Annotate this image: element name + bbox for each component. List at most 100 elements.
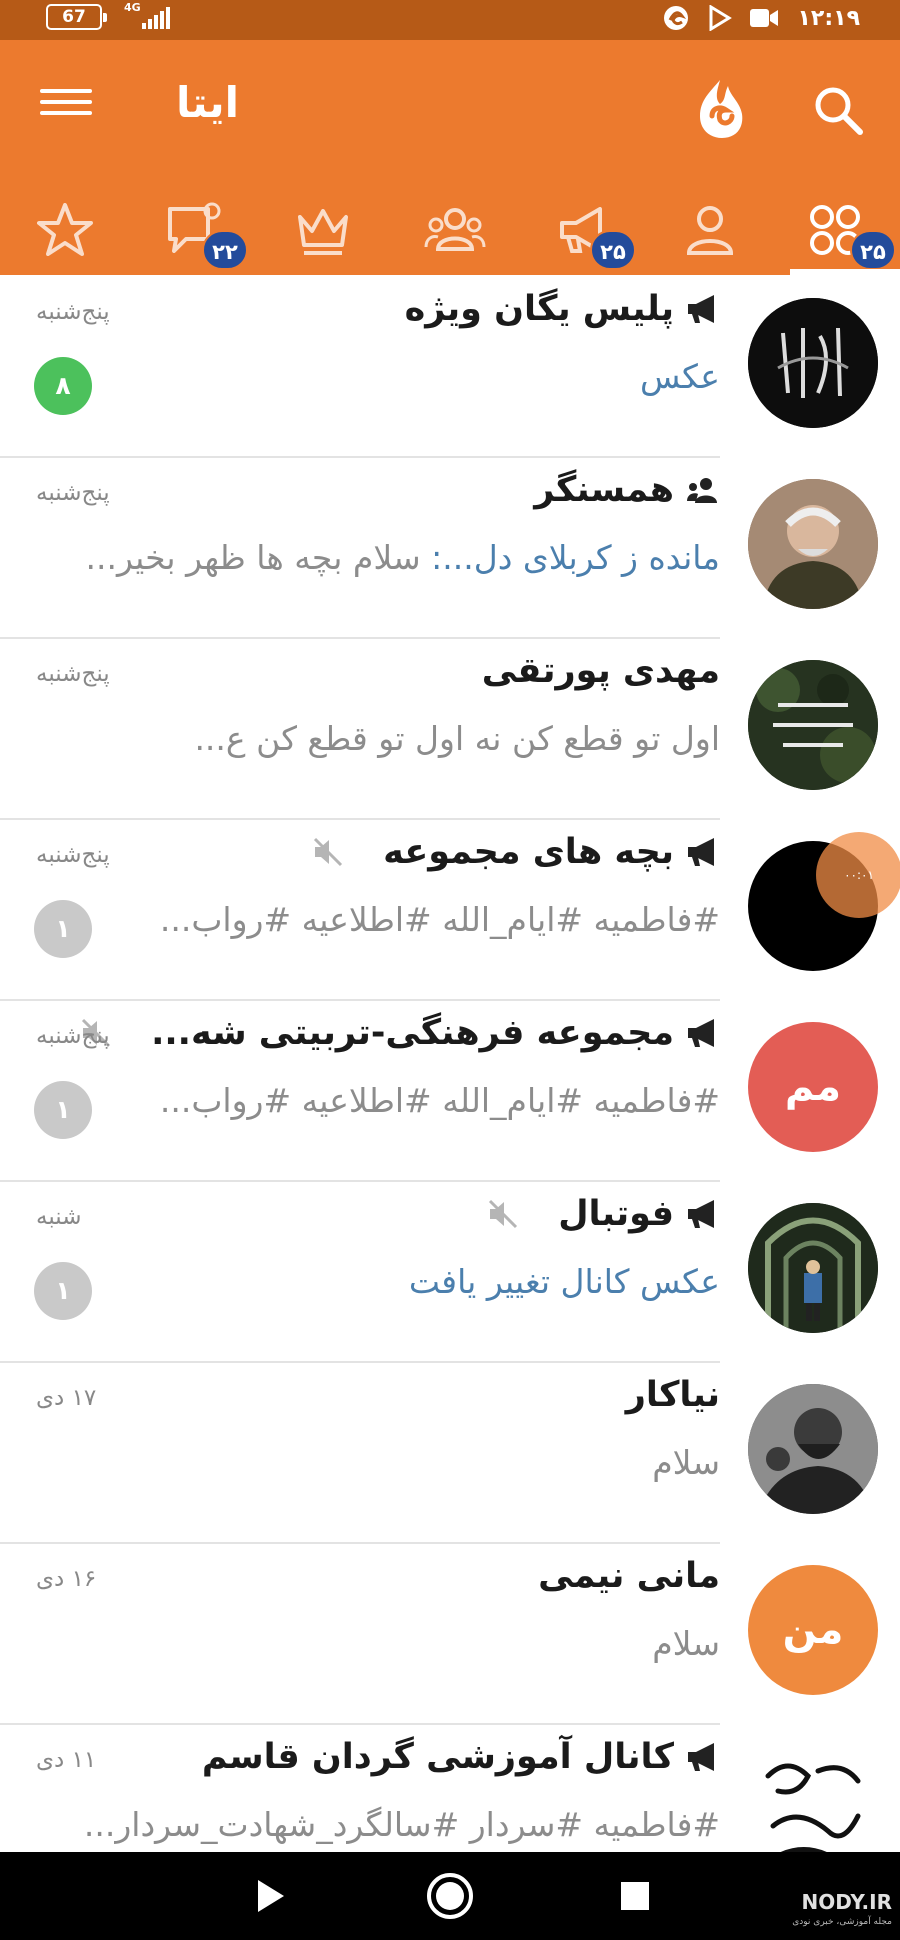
watermark: NODY.IR مجله آموزشی، خبری نودی [792, 1892, 892, 1932]
tab-favorites[interactable] [10, 190, 120, 270]
channel-icon [686, 835, 720, 869]
clock: ۱۲:۱۹ [797, 5, 860, 31]
chat-preview: سلام [652, 1443, 720, 1482]
tab-bots[interactable] [268, 190, 378, 270]
chat-preview: سلام [652, 1624, 720, 1663]
unread-badge: ۱ [34, 1081, 92, 1139]
network-indicator: 4G [124, 1, 174, 31]
chat-name: فوتبال [558, 1194, 674, 1234]
chat-preview: عکس [640, 357, 720, 396]
floating-call-bubble[interactable]: ۰۰:۰۱ [816, 832, 900, 918]
chat-title: همسنگر [534, 470, 720, 510]
muted-icon [311, 835, 345, 869]
person-icon [686, 206, 734, 255]
avatar [748, 1746, 878, 1852]
system-nav-bar [0, 1852, 900, 1940]
chat-name: همسنگر [534, 470, 674, 510]
unread-badge: ۱ [34, 900, 92, 958]
home-icon[interactable] [405, 1852, 495, 1940]
channel-icon [686, 1197, 720, 1231]
chat-row[interactable]: من مانی نیمی سلام ۱۶ دی [0, 1544, 900, 1725]
avatar: مم [748, 1022, 878, 1152]
avatar [748, 479, 878, 609]
chat-preview: عکس کانال تغییر یافت [408, 1262, 720, 1301]
tab-badge: ۲۵ [590, 230, 636, 270]
watermark-subtitle: مجله آموزشی، خبری نودی [792, 1917, 892, 1927]
avatar [748, 660, 878, 790]
chat-row[interactable]: همسنگر مانده ز کربلای دل...: سلام بچه ها… [0, 458, 900, 639]
chat-list: پلیس یگان ویژه عکس پنج‌شنبه ۸ همسنگر مان… [0, 277, 900, 1852]
chat-title: نیاکار [626, 1375, 720, 1415]
chat-name: مجموعه فرهنگی-تربیتی شه... [151, 1013, 674, 1053]
avatar [748, 1384, 878, 1514]
chat-time: پنج‌شنبه [36, 842, 110, 868]
battery-indicator: 67 [46, 4, 107, 30]
chat-row[interactable]: کانال آموزشی گردان قاسم #فاطمیه #سردار #… [0, 1725, 900, 1852]
chat-row[interactable]: مم مجموعه فرهنگی-تربیتی شه... #فاطمیه #ا… [0, 1001, 900, 1182]
chat-time: ۱۱ دی [36, 1747, 97, 1773]
chat-row[interactable]: نیاکار سلام ۱۷ دی [0, 1363, 900, 1544]
signal-bars-icon [142, 7, 172, 29]
muted-icon [486, 1197, 520, 1231]
chat-preview: #فاطمیه #ایام_الله #اطلاعیه #رواب... [159, 1081, 720, 1120]
chat-row[interactable]: مهدی پورتقی اول تو قطع کن نه اول تو قطع … [0, 639, 900, 820]
back-icon[interactable] [225, 1852, 315, 1940]
watermark-title: NODY.IR [801, 1890, 893, 1914]
chat-name: بچه های مجموعه [383, 832, 674, 872]
chat-name: مانی نیمی [538, 1556, 720, 1596]
video-record-icon [749, 3, 779, 33]
chat-preview: #فاطمیه #ایام_الله #اطلاعیه #رواب... [159, 900, 720, 939]
chat-time: پنج‌شنبه [36, 1023, 110, 1049]
chat-title: مجموعه فرهنگی-تربیتی شه... [79, 1013, 720, 1053]
hamburger-menu-icon[interactable] [40, 82, 92, 126]
chat-title: پلیس یگان ویژه [405, 289, 720, 329]
chat-preview: اول تو قطع کن نه اول تو قطع کن ع... [194, 719, 720, 758]
chat-preview: مانده ز کربلای دل...: سلام بچه ها ظهر بخ… [86, 538, 721, 577]
chat-title: مانی نیمی [538, 1556, 720, 1596]
chat-row[interactable]: پلیس یگان ویژه عکس پنج‌شنبه ۸ [0, 277, 900, 458]
tab-groups[interactable] [400, 190, 510, 270]
chat-name: مهدی پورتقی [481, 651, 720, 691]
tab-unread[interactable]: ۲۲ [140, 190, 250, 270]
tab-all-chats[interactable]: ۲۵ [780, 190, 900, 275]
group-icon [686, 473, 720, 507]
app-header: ایتا ۲۵ ۲۵ ۲۲ [0, 40, 900, 275]
search-icon[interactable] [808, 80, 868, 140]
battery-level: 67 [62, 7, 86, 27]
chat-row[interactable]: بچه های مجموعه #فاطمیه #ایام_الله #اطلاع… [0, 820, 900, 1001]
play-store-icon [705, 3, 735, 33]
chat-title: فوتبال [486, 1194, 720, 1234]
crown-icon [298, 209, 348, 255]
chat-time: پنج‌شنبه [36, 480, 110, 506]
avatar: من [748, 1565, 878, 1695]
chat-name: پلیس یگان ویژه [404, 289, 674, 329]
recents-icon[interactable] [590, 1852, 680, 1940]
chat-title: بچه های مجموعه [311, 832, 720, 872]
star-icon [37, 203, 93, 256]
tab-private[interactable] [655, 190, 765, 270]
group-icon [424, 208, 486, 251]
eitaa-logo-icon[interactable] [690, 76, 750, 140]
message-sender: مانده ز کربلای دل...: [431, 538, 720, 577]
avatar [748, 298, 878, 428]
chat-time: ۱۷ دی [36, 1385, 97, 1411]
tab-channels[interactable]: ۲۵ [530, 190, 640, 270]
message-text: سلام بچه ها ظهر بخیر... [85, 538, 432, 577]
status-bar: 67 4G ۱۲:۱۹ [0, 0, 900, 40]
channel-icon [686, 292, 720, 326]
app-title: ایتا [176, 78, 240, 127]
chat-preview: #فاطمیه #سردار #سالگرد_شهادت_سردار... [83, 1805, 720, 1844]
chat-time: پنج‌شنبه [36, 299, 110, 325]
active-tab-indicator [790, 269, 900, 275]
tab-badge: ۲۲ [202, 230, 248, 270]
chat-name: نیاکار [625, 1375, 720, 1415]
tab-badge: ۲۵ [850, 230, 896, 270]
chat-title: مهدی پورتقی [482, 651, 720, 691]
unread-badge: ۱ [34, 1262, 92, 1320]
unread-badge: ۸ [34, 357, 92, 415]
chat-time: پنج‌شنبه [36, 661, 110, 687]
avatar [748, 1203, 878, 1333]
chat-row[interactable]: فوتبال عکس کانال تغییر یافت شنبه ۱ [0, 1182, 900, 1363]
avatar-initials: من [782, 1607, 844, 1653]
eitaa-icon [661, 3, 691, 33]
